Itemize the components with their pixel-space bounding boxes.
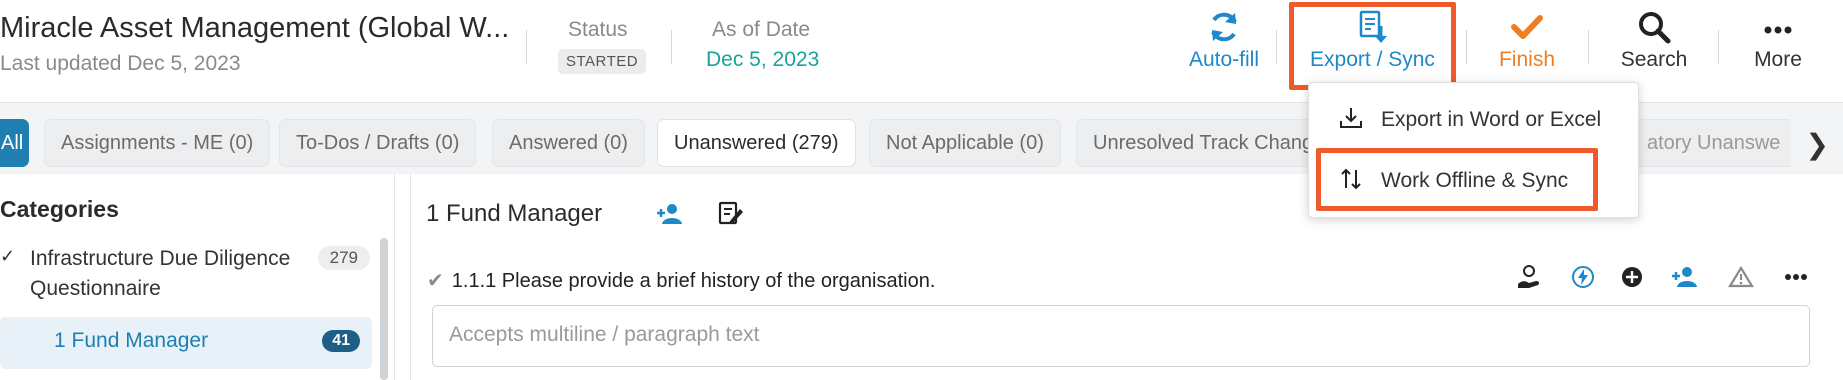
- divider: [1276, 30, 1277, 64]
- tab-all[interactable]: All: [0, 119, 29, 167]
- as-of-date-value[interactable]: Dec 5, 2023: [706, 48, 819, 72]
- divider: [671, 30, 672, 64]
- warning-icon[interactable]: [1728, 264, 1754, 290]
- category-count: 41: [322, 330, 360, 352]
- question-text: ✔ 1.1.1 Please provide a brief history of…: [427, 268, 935, 293]
- tab-mandatory-unanswered[interactable]: atory Unanswe: [1630, 119, 1790, 167]
- search-icon: [1639, 12, 1671, 44]
- hand-lightbulb-icon[interactable]: [1516, 264, 1542, 290]
- more-button[interactable]: More: [1738, 10, 1818, 72]
- export-sync-label: Export / Sync: [1310, 48, 1435, 71]
- tab-unresolved-track-changes[interactable]: Unresolved Track Chang: [1076, 119, 1316, 167]
- checkmark-icon: [1511, 15, 1543, 39]
- divider: [1718, 30, 1719, 64]
- check-icon: ✔: [427, 270, 444, 292]
- document-export-icon: [1359, 10, 1387, 43]
- categories-title: Categories: [0, 196, 119, 222]
- export-sync-button[interactable]: Export / Sync: [1296, 10, 1449, 72]
- autofill-label: Auto-fill: [1188, 48, 1260, 71]
- category-item[interactable]: ✓ Infrastructure Due Diligence Questionn…: [0, 244, 370, 310]
- last-updated: Last updated Dec 5, 2023: [0, 52, 241, 75]
- tab-answered[interactable]: Answered (0): [492, 119, 645, 167]
- question-label: 1.1.1 Please provide a brief history of …: [451, 270, 936, 292]
- search-button[interactable]: Search: [1612, 10, 1696, 72]
- more-label: More: [1754, 48, 1802, 71]
- page-title: Miracle Asset Management (Global W...: [0, 12, 510, 44]
- category-label: Infrastructure Due Diligence Questionnai…: [30, 247, 291, 300]
- page: Miracle Asset Management (Global W... La…: [0, 0, 1843, 380]
- finish-label: Finish: [1498, 48, 1556, 71]
- divider: [1588, 30, 1589, 64]
- sidebar-scrollbar[interactable]: [380, 238, 388, 380]
- section-title: 1 Fund Manager: [426, 200, 603, 227]
- menu-item-label: Export in Word or Excel: [1381, 108, 1602, 131]
- answer-input[interactable]: Accepts multiline / paragraph text: [432, 305, 1810, 367]
- tab-unanswered[interactable]: Unanswered (279): [657, 119, 856, 167]
- more-dots-icon: [1764, 26, 1792, 34]
- divider: [526, 30, 527, 64]
- work-offline-highlight: [1316, 148, 1598, 211]
- category-count: 279: [317, 246, 370, 270]
- chevron-down-icon[interactable]: ✓: [0, 246, 15, 267]
- tab-assignments-me[interactable]: Assignments - ME (0): [44, 119, 271, 167]
- category-item-selected[interactable]: 1 Fund Manager 41: [0, 317, 372, 369]
- quick-answer-icon[interactable]: [1570, 264, 1596, 290]
- tab-todos-drafts[interactable]: To-Dos / Drafts (0): [279, 119, 477, 167]
- categories-sidebar: Categories ✓ Infrastructure Due Diligenc…: [0, 174, 395, 380]
- autofill-button[interactable]: Auto-fill: [1164, 10, 1284, 72]
- add-circle-icon[interactable]: [1620, 264, 1644, 290]
- assign-user-icon[interactable]: [657, 203, 683, 225]
- status-label: Status: [568, 18, 628, 41]
- more-dots-icon[interactable]: [1783, 264, 1809, 290]
- chevron-right-icon[interactable]: ❯: [1806, 128, 1829, 161]
- assign-user-icon[interactable]: [1672, 264, 1698, 290]
- finish-button[interactable]: Finish: [1482, 10, 1572, 72]
- as-of-date-label: As of Date: [712, 18, 811, 41]
- status-badge: STARTED: [558, 49, 647, 74]
- download-icon: [1340, 108, 1362, 128]
- menu-item-export-word-excel[interactable]: Export in Word or Excel: [1309, 95, 1640, 145]
- refresh-icon: [1211, 12, 1237, 42]
- search-label: Search: [1620, 48, 1688, 71]
- divider: [1466, 30, 1467, 64]
- edit-notes-icon[interactable]: [718, 200, 744, 226]
- tab-not-applicable[interactable]: Not Applicable (0): [869, 119, 1061, 167]
- category-label: 1 Fund Manager: [54, 329, 209, 352]
